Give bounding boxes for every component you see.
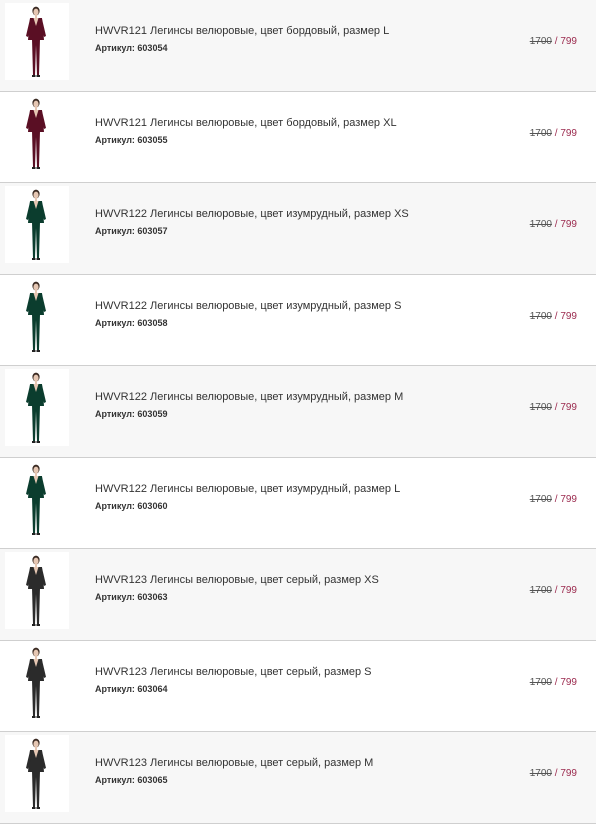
sale-price: 799 bbox=[560, 310, 577, 322]
old-price: 1700 bbox=[529, 219, 552, 230]
sale-price: 799 bbox=[560, 402, 577, 413]
product-image[interactable] bbox=[5, 277, 69, 355]
product-image[interactable] bbox=[5, 643, 69, 721]
product-sku: Артикул: 603063 bbox=[95, 592, 168, 602]
product-row[interactable]: HWVR123 Легинсы велюровые, цвет серый, р… bbox=[0, 732, 596, 824]
product-row[interactable]: HWVR122 Легинсы велюровые, цвет изумрудн… bbox=[0, 274, 596, 366]
product-price: 1700 / 799 bbox=[530, 768, 577, 779]
product-image[interactable] bbox=[5, 186, 69, 263]
product-title[interactable]: HWVR121 Легинсы велюровые, цвет бордовый… bbox=[95, 25, 389, 38]
product-price: 1700 / 799 bbox=[530, 494, 577, 505]
sale-price: 799 bbox=[560, 219, 577, 230]
product-row[interactable]: HWVR122 Легинсы велюровые, цвет изумрудн… bbox=[0, 366, 596, 458]
product-image[interactable] bbox=[5, 552, 69, 629]
product-row[interactable]: HWVR122 Легинсы велюровые, цвет изумрудн… bbox=[0, 183, 596, 275]
product-row[interactable]: HWVR122 Легинсы велюровые, цвет изумрудн… bbox=[0, 457, 596, 549]
product-sku: Артикул: 603065 bbox=[95, 775, 168, 785]
product-sku: Артикул: 603054 bbox=[95, 43, 168, 53]
old-price: 1700 bbox=[529, 493, 552, 505]
product-row[interactable]: HWVR123 Легинсы велюровые, цвет серый, р… bbox=[0, 549, 596, 641]
product-image[interactable] bbox=[5, 735, 69, 812]
product-sku: Артикул: 603058 bbox=[95, 317, 168, 328]
product-title[interactable]: HWVR121 Легинсы велюровые, цвет бордовый… bbox=[95, 117, 397, 130]
product-title[interactable]: HWVR123 Легинсы велюровые, цвет серый, р… bbox=[95, 666, 372, 679]
product-sku: Артикул: 603060 bbox=[95, 500, 168, 511]
product-price: 1700 / 799 bbox=[530, 402, 577, 413]
product-title[interactable]: HWVR122 Легинсы велюровые, цвет изумрудн… bbox=[95, 391, 403, 404]
product-image[interactable] bbox=[5, 3, 69, 80]
product-sku: Артикул: 603059 bbox=[95, 409, 168, 419]
old-price: 1700 bbox=[529, 402, 552, 413]
product-price: 1700 / 799 bbox=[530, 585, 577, 596]
product-price: 1700 / 799 bbox=[530, 677, 577, 688]
product-price: 1700 / 799 bbox=[530, 36, 577, 47]
product-image[interactable] bbox=[5, 94, 69, 172]
product-price: 1700 / 799 bbox=[530, 219, 577, 230]
old-price: 1700 bbox=[529, 585, 552, 596]
old-price: 1700 bbox=[529, 676, 552, 688]
product-price: 1700 / 799 bbox=[530, 128, 577, 139]
sale-price: 799 bbox=[560, 585, 577, 596]
product-list: HWVR121 Легинсы велюровые, цвет бордовый… bbox=[0, 0, 596, 824]
product-row[interactable]: HWVR121 Легинсы велюровые, цвет бордовый… bbox=[0, 91, 596, 183]
sale-price: 799 bbox=[560, 127, 577, 139]
product-title[interactable]: HWVR122 Легинсы велюровые, цвет изумрудн… bbox=[95, 300, 401, 313]
sale-price: 799 bbox=[560, 676, 577, 688]
product-sku: Артикул: 603055 bbox=[95, 134, 168, 145]
product-title[interactable]: HWVR123 Легинсы велюровые, цвет серый, р… bbox=[95, 757, 373, 770]
old-price: 1700 bbox=[529, 310, 552, 322]
product-row[interactable]: HWVR123 Легинсы велюровые, цвет серый, р… bbox=[0, 640, 596, 732]
product-image[interactable] bbox=[5, 369, 69, 446]
product-title[interactable]: HWVR122 Легинсы велюровые, цвет изумрудн… bbox=[95, 483, 400, 496]
old-price: 1700 bbox=[529, 36, 552, 47]
sale-price: 799 bbox=[560, 768, 577, 779]
product-title[interactable]: HWVR122 Легинсы велюровые, цвет изумрудн… bbox=[95, 208, 409, 221]
product-row[interactable]: HWVR121 Легинсы велюровые, цвет бордовый… bbox=[0, 0, 596, 92]
product-image[interactable] bbox=[5, 460, 69, 538]
sale-price: 799 bbox=[560, 493, 577, 505]
sale-price: 799 bbox=[560, 36, 577, 47]
old-price: 1700 bbox=[529, 768, 552, 779]
product-sku: Артикул: 603064 bbox=[95, 683, 168, 694]
product-price: 1700 / 799 bbox=[530, 311, 577, 322]
product-title[interactable]: HWVR123 Легинсы велюровые, цвет серый, р… bbox=[95, 574, 379, 587]
old-price: 1700 bbox=[529, 127, 552, 139]
product-sku: Артикул: 603057 bbox=[95, 226, 168, 236]
